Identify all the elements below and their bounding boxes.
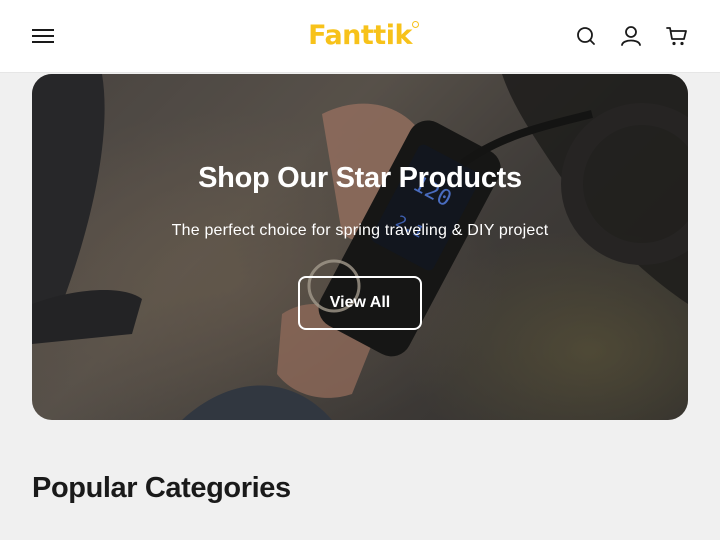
site-header: Fanttik: [0, 0, 720, 73]
hero-subtitle: The perfect choice for spring traveling …: [171, 222, 549, 239]
section-title-popular-categories: Popular Categories: [32, 472, 291, 504]
cart-icon[interactable]: [666, 25, 688, 47]
logo-text: Fanttik: [308, 20, 412, 51]
view-all-button[interactable]: View All: [298, 276, 422, 330]
search-icon[interactable]: [575, 25, 597, 47]
hero-title: Shop Our Star Products: [198, 162, 522, 194]
hero-banner: 120 2.1 Shop Our Star Products The perfe…: [32, 74, 688, 420]
registered-mark-icon: [411, 21, 419, 28]
hero-overlay: [32, 74, 688, 420]
logo-link[interactable]: Fanttik: [0, 19, 720, 53]
account-icon[interactable]: [620, 25, 642, 47]
